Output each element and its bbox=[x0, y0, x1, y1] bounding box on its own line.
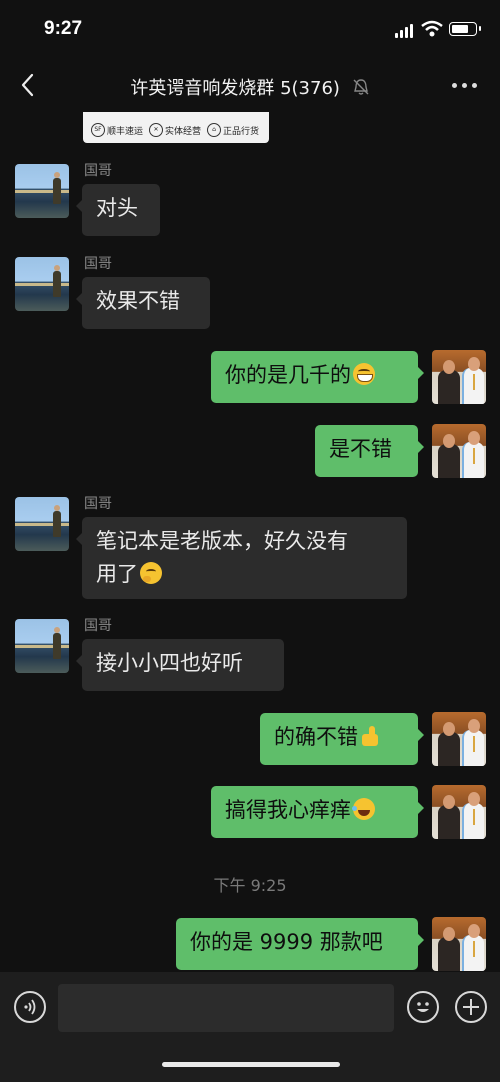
sf-express-icon: SF bbox=[91, 123, 105, 137]
signal-icon bbox=[395, 22, 415, 38]
avatar[interactable] bbox=[15, 619, 69, 673]
avatar[interactable] bbox=[432, 785, 486, 839]
message-text: 你的是 9999 那款吧 bbox=[190, 930, 383, 954]
message-bubble[interactable]: 效果不错 bbox=[76, 277, 210, 329]
message-bubble[interactable]: 的确不错 bbox=[260, 713, 424, 765]
home-indicator[interactable] bbox=[162, 1062, 340, 1067]
message-timestamp: 下午 9:25 bbox=[213, 876, 287, 895]
battery-icon bbox=[449, 22, 481, 36]
chat-title: 许英谔音响发烧群 5(376) bbox=[0, 74, 500, 100]
message-text: 你的是几千的 bbox=[225, 363, 351, 387]
mute-bell-icon bbox=[353, 79, 369, 95]
message-text: 搞得我心痒痒 bbox=[225, 798, 351, 822]
message-bubble[interactable]: 笔记本是老版本，好久没有 用了 bbox=[76, 517, 407, 599]
message-bubble[interactable]: 是不错 bbox=[315, 425, 424, 477]
avatar[interactable] bbox=[432, 712, 486, 766]
message-bubble[interactable]: 接小小四也好听 bbox=[76, 639, 284, 691]
avatar[interactable] bbox=[15, 497, 69, 551]
avatar[interactable] bbox=[432, 350, 486, 404]
sender-name: 国哥 bbox=[84, 618, 112, 634]
message-text: 是不错 bbox=[329, 437, 392, 461]
avatar[interactable] bbox=[432, 917, 486, 971]
sender-name: 国哥 bbox=[84, 256, 112, 272]
message-text-line: 用了 bbox=[96, 562, 138, 586]
genuine-icon: ⌂ bbox=[207, 123, 222, 137]
message-text-line: 笔记本是老版本，好久没有 bbox=[96, 529, 348, 553]
message-text: 接小小四也好听 bbox=[96, 651, 243, 675]
card-tag: ⌂ 正品行货 bbox=[207, 123, 259, 137]
grin-emoji-icon bbox=[353, 363, 375, 385]
status-bar: 9:27 bbox=[0, 0, 500, 60]
wifi-icon bbox=[421, 20, 443, 37]
thinking-emoji-icon bbox=[140, 562, 162, 584]
plus-icon[interactable] bbox=[455, 991, 487, 1023]
shared-card-fragment[interactable]: SF 顺丰速运 ✕ 实体经营 ⌂ 正品行货 bbox=[83, 112, 269, 143]
message-input[interactable] bbox=[58, 984, 394, 1032]
message-text: 的确不错 bbox=[274, 725, 358, 749]
message-bubble[interactable]: 对头 bbox=[76, 184, 160, 236]
avatar[interactable] bbox=[432, 424, 486, 478]
sender-name: 国哥 bbox=[84, 163, 112, 179]
chat-title-text: 许英谔音响发烧群 5(376) bbox=[130, 78, 340, 99]
message-bubble[interactable]: 你的是 9999 那款吧 bbox=[176, 918, 424, 970]
chat-header: 许英谔音响发烧群 5(376) bbox=[0, 60, 500, 112]
message-text: 效果不错 bbox=[96, 289, 180, 313]
card-tag: ✕ 实体经营 bbox=[149, 123, 201, 137]
message-bubble[interactable]: 你的是几千的 bbox=[211, 351, 424, 403]
status-time: 9:27 bbox=[44, 18, 83, 39]
card-tags: SF 顺丰速运 ✕ 实体经营 ⌂ 正品行货 bbox=[91, 123, 259, 137]
avatar[interactable] bbox=[15, 257, 69, 311]
card-tag: SF 顺丰速运 bbox=[91, 123, 143, 137]
emoji-icon[interactable] bbox=[407, 991, 439, 1023]
voice-input-icon[interactable] bbox=[14, 991, 46, 1023]
message-text: 对头 bbox=[96, 196, 138, 220]
more-dots-icon[interactable] bbox=[450, 74, 480, 94]
message-bubble[interactable]: 搞得我心痒痒 bbox=[211, 786, 424, 838]
sender-name: 国哥 bbox=[84, 496, 112, 512]
laughing-tears-emoji-icon bbox=[352, 798, 375, 820]
avatar[interactable] bbox=[15, 164, 69, 218]
thumbs-up-emoji-icon bbox=[360, 725, 382, 747]
store-icon: ✕ bbox=[149, 123, 164, 137]
